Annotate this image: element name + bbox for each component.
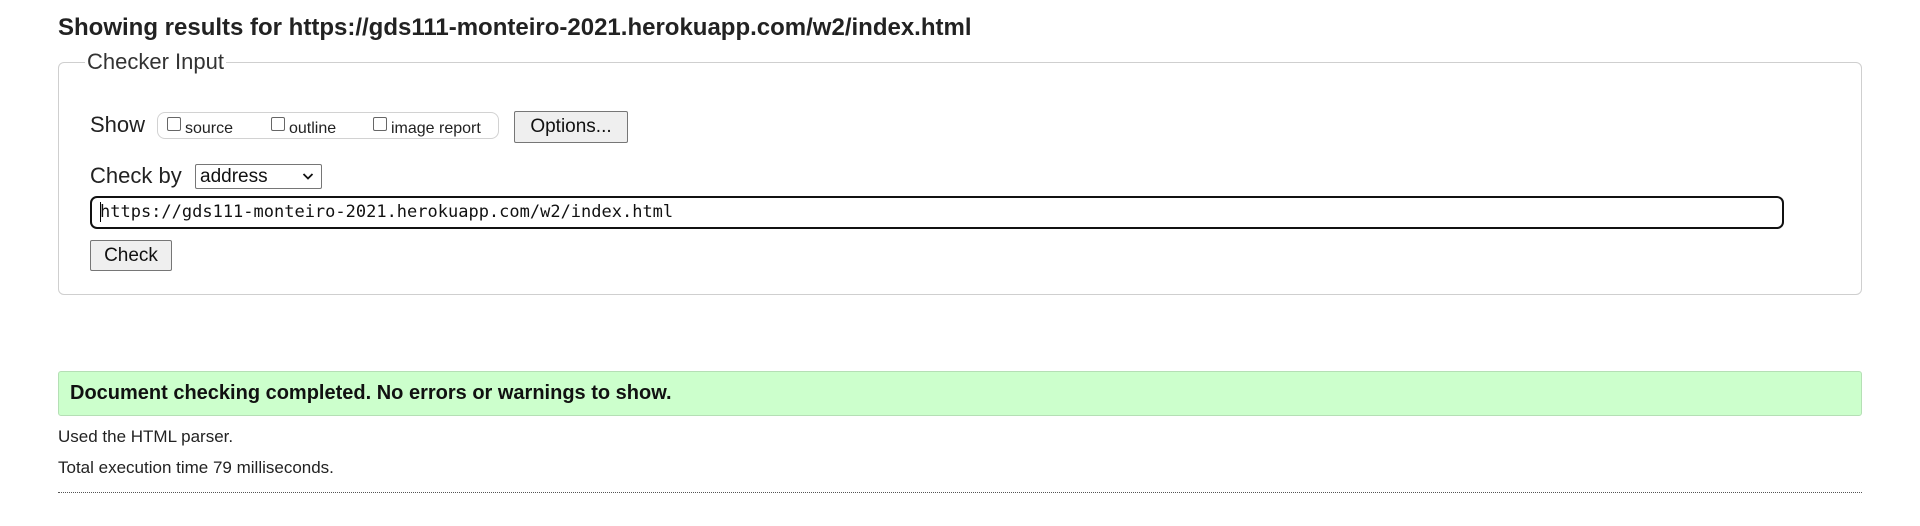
execution-time: Total execution time 79 milliseconds. <box>58 458 334 477</box>
show-outline-option[interactable]: outline <box>271 115 336 139</box>
document-url-input[interactable]: https://gds111-monteiro-2021.herokuapp.c… <box>90 196 1784 229</box>
image-report-checkbox[interactable] <box>373 117 387 131</box>
image-report-checkbox-label: image report <box>391 120 481 137</box>
success-message: Document checking completed. No errors o… <box>58 371 1862 416</box>
outline-checkbox-label: outline <box>289 120 337 137</box>
document-url-value: https://gds111-monteiro-2021.herokuapp.c… <box>100 202 674 222</box>
options-button[interactable]: Options... <box>514 111 628 143</box>
outline-checkbox[interactable] <box>271 117 285 131</box>
check-by-selected-value: address <box>200 166 268 187</box>
checker-input-legend: Checker Input <box>85 49 226 75</box>
chevron-down-icon <box>302 173 314 180</box>
check-by-label: Check by <box>90 163 182 188</box>
source-checkbox-label: source <box>185 120 234 137</box>
validator-page: Showing results for https://gds111-monte… <box>0 0 1920 526</box>
checker-input-fieldset: Checker Input Show source outline image … <box>58 49 1862 295</box>
check-by-select[interactable]: address <box>195 164 322 189</box>
show-source-option[interactable]: source <box>167 115 233 139</box>
source-checkbox[interactable] <box>167 117 181 131</box>
show-image-report-option[interactable]: image report <box>373 115 481 139</box>
footer-divider <box>58 492 1862 493</box>
results-heading: Showing results for https://gds111-monte… <box>58 14 972 41</box>
check-button[interactable]: Check <box>90 240 172 271</box>
parser-note: Used the HTML parser. <box>58 427 234 446</box>
show-options-group: source outline image report <box>157 112 499 139</box>
show-label: Show <box>90 112 146 137</box>
